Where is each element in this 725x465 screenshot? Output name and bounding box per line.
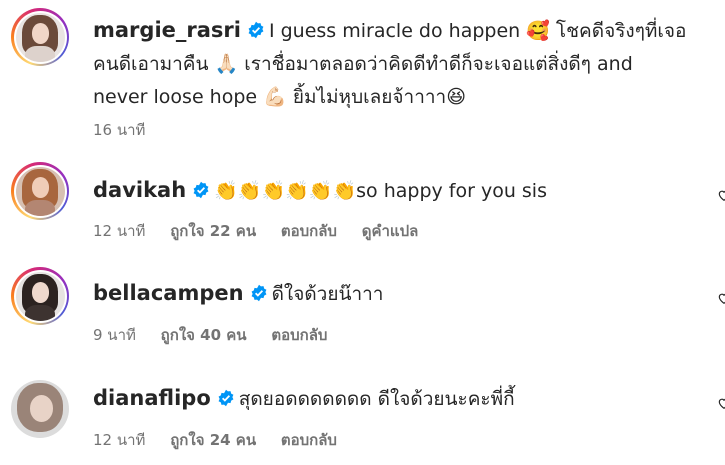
comment-text: davikah 👏👏👏👏👏👏so happy for you sis <box>93 174 707 208</box>
timestamp: 9 นาที <box>93 326 136 344</box>
comment-body: 👏👏👏👏👏👏so happy for you sis <box>214 180 547 202</box>
verified-badge-icon <box>193 181 209 199</box>
reply-button[interactable]: ตอบกลับ <box>271 326 327 344</box>
story-avatar[interactable] <box>11 8 69 66</box>
username[interactable]: davikah <box>93 178 186 202</box>
reply-button[interactable]: ตอบกลับ <box>281 222 337 240</box>
comment-text: bellacampen ดีใจด้วยน๊าาา <box>93 277 707 311</box>
like-count[interactable]: ถูกใจ 22 คน <box>170 222 256 240</box>
heart-icon[interactable] <box>717 291 725 305</box>
comment-meta: 12 นาที ถูกใจ 24 คน ตอบกลับ <box>93 428 357 452</box>
username[interactable]: margie_rasri <box>93 18 241 42</box>
verified-badge-icon <box>248 21 264 39</box>
like-count[interactable]: ถูกใจ 40 คน <box>161 326 247 344</box>
comment-meta: 12 นาที ถูกใจ 22 คน ตอบกลับ ดูคำแปล <box>93 219 438 243</box>
comment-meta: 9 นาที ถูกใจ 40 คน ตอบกลับ <box>93 323 347 347</box>
comment-line: never loose hope 💪🏻 ยิ้มไม่หุบเลยจ้าาาา😆 <box>93 86 467 108</box>
comment-line: I guess miracle do happen 🥰 โชคดีจริงๆที… <box>268 20 687 42</box>
timestamp: 12 นาที <box>93 431 146 449</box>
comment-text: margie_rasri I guess miracle do happen 🥰 … <box>93 14 707 114</box>
heart-icon[interactable] <box>717 396 725 410</box>
comment-item: davikah 👏👏👏👏👏👏so happy for you sis 12 นาท… <box>0 150 725 255</box>
comment-item: dianaflipo สุดยอดดดดดดด ดีใจด้วยนะคะพี่กี… <box>0 360 725 465</box>
username[interactable]: dianaflipo <box>93 386 211 410</box>
reply-button[interactable]: ตอบกลับ <box>281 431 337 449</box>
timestamp: 12 นาที <box>93 222 146 240</box>
comment-text: dianaflipo สุดยอดดดดดดด ดีใจด้วยนะคะพี่กี… <box>93 382 707 416</box>
username[interactable]: bellacampen <box>93 281 244 305</box>
like-count[interactable]: ถูกใจ 24 คน <box>170 431 256 449</box>
translate-button[interactable]: ดูคำแปล <box>362 222 419 240</box>
story-avatar[interactable] <box>11 162 69 220</box>
story-avatar[interactable] <box>11 267 69 325</box>
comment-item: margie_rasri I guess miracle do happen 🥰 … <box>0 0 725 150</box>
comment-body: สุดยอดดดดดดด ดีใจด้วยนะคะพี่กี้ <box>238 388 515 410</box>
avatar[interactable] <box>11 380 69 438</box>
comment-body: ดีใจด้วยน๊าาา <box>271 283 384 305</box>
comment-item: bellacampen ดีใจด้วยน๊าาา 9 นาที ถูกใจ 40… <box>0 255 725 360</box>
comment-meta: 16 นาที <box>93 118 165 142</box>
timestamp: 16 นาที <box>93 121 146 139</box>
verified-badge-icon <box>218 389 234 407</box>
heart-icon[interactable] <box>717 188 725 202</box>
comment-line: คนดีเอามาคืน 🙏🏻 เราชื่อมาตลอดว่าคิดดีทำด… <box>93 53 633 75</box>
verified-badge-icon <box>251 284 267 302</box>
